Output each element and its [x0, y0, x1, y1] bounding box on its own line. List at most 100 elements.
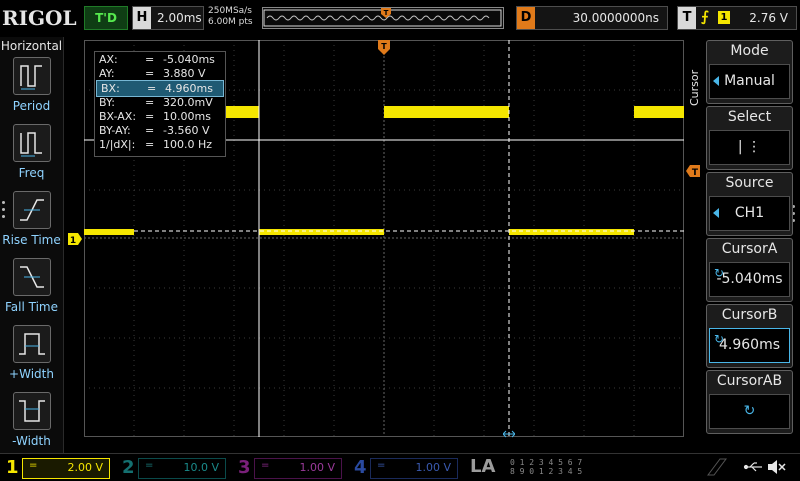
period-icon — [13, 57, 51, 95]
cursor-b-value: 4.960ms — [718, 337, 780, 353]
channel-3-indicator[interactable]: 3 = 1.00 V — [232, 456, 347, 479]
mode-value: Manual — [724, 73, 775, 89]
mode-softkey[interactable]: Mode Manual — [706, 40, 793, 104]
channel-2-panel: = 10.0 V — [138, 458, 226, 479]
mode-title: Mode — [730, 43, 769, 59]
select-title: Select — [727, 109, 772, 125]
knob-icon: ↻ — [743, 403, 756, 419]
waveform-display[interactable]: T AX: = -5.040ms AY: = 3.880 V BX: = 4.960ms B… — [84, 40, 684, 438]
channel-1-panel: = 2.00 V — [22, 458, 110, 479]
channel-4-panel: = 1.00 V — [370, 458, 458, 479]
cursor-row-ax: AX: = -5.040ms — [99, 53, 215, 66]
channel-2-number: 2 — [122, 457, 135, 478]
logic-analyzer-indicator[interactable]: LA 0 1 2 3 4 5 6 7 8 9 0 1 2 3 4 5 — [470, 456, 590, 478]
select-softkey[interactable]: Select | ⋮ — [706, 106, 793, 170]
channel-3-panel: = 1.00 V — [254, 458, 342, 479]
channel-1-scale: 2.00 V — [67, 461, 103, 474]
source-value: CH1 — [734, 205, 765, 221]
tab-shape — [707, 458, 727, 476]
ch1-offset-marker-icon[interactable]: 1 — [68, 233, 82, 245]
source-softkey[interactable]: Source CH1 — [706, 172, 793, 236]
channel-3-number: 3 — [238, 457, 251, 478]
rising-edge-icon: ⨍ — [701, 9, 709, 25]
channel-1-indicator[interactable]: 1 = 2.00 V — [0, 456, 115, 479]
delay-value: 30.0000000ns — [572, 11, 659, 25]
measure-rise-time-button[interactable]: Rise Time — [0, 191, 63, 255]
fall-time-icon — [13, 258, 51, 296]
cursor-row-bx-ax: BX-AX: = 10.00ms — [99, 110, 211, 123]
cursor-a-value-box: ↻ -5.040ms — [709, 262, 790, 297]
menu-title: Cursor — [688, 69, 701, 106]
measure-fall-time-label: Fall Time — [4, 300, 58, 314]
trigger-source: 1 — [718, 11, 730, 24]
dc-coupling-icon: = — [261, 460, 270, 471]
freq-icon — [13, 124, 51, 162]
usb-icon — [743, 462, 762, 472]
channel-4-scale: 1.00 V — [415, 461, 451, 474]
measurement-sidebar: Horizontal Period Freq Rise Time Fall Ti… — [0, 37, 64, 453]
la-channel-grid: 0 1 2 3 4 5 6 7 8 9 0 1 2 3 4 5 — [510, 458, 583, 476]
dc-coupling-icon: = — [29, 460, 38, 471]
cursor-a-title: CursorA — [721, 241, 778, 257]
horizontal-timebase-box[interactable]: H 2.00ms — [132, 6, 204, 30]
rise-time-icon — [13, 191, 51, 229]
status-bar: RIGOL T'D H 2.00ms 250MSa/s 6.00M pts T … — [0, 0, 800, 37]
la-label: LA — [470, 456, 496, 477]
select-value: | ⋮ — [737, 139, 762, 155]
pos-width-icon — [13, 325, 51, 363]
speaker-muted-icon — [768, 460, 786, 474]
cursor-b-value-box: ↻ 4.960ms — [709, 328, 790, 363]
run-status-badge[interactable]: T'D — [84, 6, 128, 30]
dc-coupling-icon: = — [145, 460, 154, 471]
trigger-level-marker-icon[interactable]: T — [686, 165, 700, 177]
channel-3-scale: 1.00 V — [299, 461, 335, 474]
measure-rise-time-label: Rise Time — [2, 233, 61, 247]
measure-freq-button[interactable]: Freq — [0, 124, 63, 188]
channel-1-number: 1 — [6, 457, 19, 478]
brand-logo: RIGOL — [2, 6, 77, 30]
svg-text:T: T — [384, 9, 389, 17]
measure-fall-time-button[interactable]: Fall Time — [0, 258, 63, 322]
measure-pos-width-label: +Width — [9, 367, 54, 381]
cursor-ab-softkey[interactable]: CursorAB ↻ — [706, 370, 793, 434]
neg-width-icon — [13, 392, 51, 430]
channel-4-number: 4 — [354, 457, 367, 478]
source-title: Source — [725, 175, 774, 191]
trigger-position-icon[interactable]: T — [378, 40, 390, 56]
trigger-key: T — [678, 7, 696, 29]
measurement-category-title[interactable]: Horizontal — [0, 39, 63, 53]
svg-text:1: 1 — [70, 236, 76, 245]
memory-depth: 6.00M pts — [208, 17, 253, 27]
measure-freq-label: Freq — [18, 166, 45, 180]
channel-2-scale: 10.0 V — [183, 461, 219, 474]
cursor-ab-value-box: ↻ — [709, 394, 790, 429]
memory-overview[interactable]: T — [262, 7, 504, 29]
measure-period-button[interactable]: Period — [0, 57, 63, 121]
measure-neg-width-button[interactable]: -Width — [0, 392, 63, 456]
cursor-row-ay: AY: = 3.880 V — [99, 67, 206, 80]
trigger-position-marker-icon: T — [381, 8, 391, 18]
trigger-level: 2.76 V — [749, 11, 788, 25]
delay-box[interactable]: D 30.0000000ns — [516, 6, 668, 30]
horizontal-key: H — [133, 7, 151, 29]
cursor-row-by-ay: BY-AY: = -3.560 V — [99, 124, 210, 137]
dc-coupling-icon: = — [377, 460, 386, 471]
trigger-box[interactable]: T ⨍ 1 2.76 V — [677, 6, 797, 30]
channel-2-indicator[interactable]: 2 = 10.0 V — [116, 456, 231, 479]
cursor-row-inv-dx: 1/|dX|: = 100.0 Hz — [99, 138, 213, 151]
cursor-readout-table: AX: = -5.040ms AY: = 3.880 V BX: = 4.960ms BY:… — [94, 51, 226, 157]
cursor-row-by: BY: = 320.0mV — [99, 96, 213, 109]
channel-bar: 1 = 2.00 V 2 = 10.0 V 3 = 1.00 V 4 = 1.0… — [0, 453, 800, 481]
delay-key: D — [517, 7, 535, 29]
timebase-value: 2.00ms — [157, 11, 202, 25]
cursor-b-softkey[interactable]: CursorB ↻ 4.960ms — [706, 304, 793, 368]
measure-pos-width-button[interactable]: +Width — [0, 325, 63, 389]
mode-value-box: Manual — [709, 64, 790, 99]
cursor-b-position-icon — [503, 430, 515, 438]
channel-4-indicator[interactable]: 4 = 1.00 V — [348, 456, 463, 479]
cursor-a-softkey[interactable]: CursorA ↻ -5.040ms — [706, 238, 793, 302]
status-icons — [707, 458, 786, 476]
cursor-ab-title: CursorAB — [716, 373, 783, 389]
svg-text:T: T — [381, 42, 387, 51]
source-value-box: CH1 — [709, 196, 790, 231]
